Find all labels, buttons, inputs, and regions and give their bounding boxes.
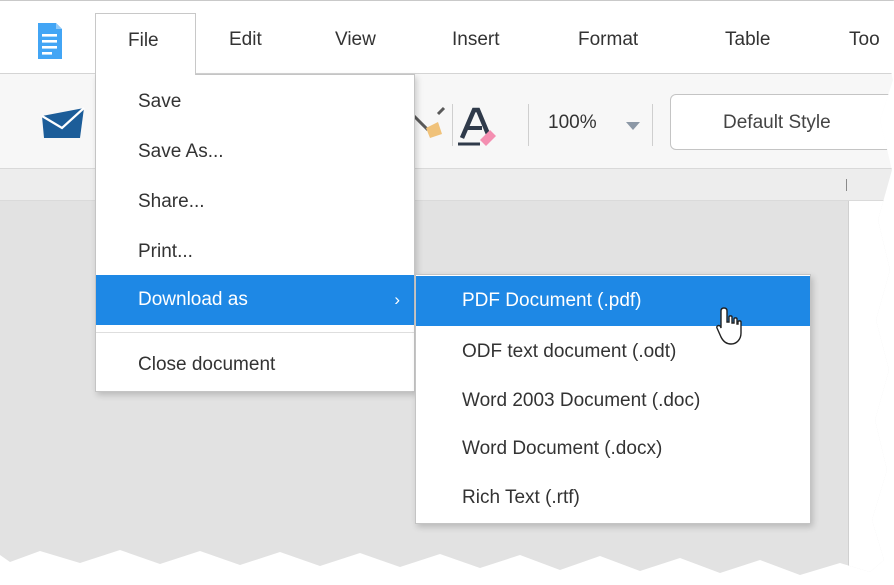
clear-format-icon[interactable]	[456, 104, 496, 146]
menu-item-save-as[interactable]: Save As...	[96, 127, 414, 177]
mail-icon[interactable]	[40, 106, 86, 140]
menu-tools[interactable]: Too	[849, 27, 880, 53]
menu-item-label: Print...	[138, 241, 193, 262]
menu-item-print[interactable]: Print...	[96, 227, 414, 277]
submenu-item-label: Word 2003 Document (.doc)	[462, 390, 701, 411]
zoom-dropdown-icon[interactable]	[626, 122, 640, 130]
menu-format[interactable]: Format	[578, 27, 638, 53]
menu-divider	[96, 332, 414, 333]
menu-item-share[interactable]: Share...	[96, 177, 414, 227]
menubar: File Edit View Insert Format Table Too	[0, 1, 894, 75]
paragraph-style-label: Default Style	[723, 112, 831, 133]
menu-item-label: Share...	[138, 191, 205, 212]
ruler-tick	[846, 179, 847, 191]
menu-item-save[interactable]: Save	[96, 77, 414, 127]
zoom-value[interactable]: 100%	[548, 112, 597, 134]
file-menu: Save Save As... Share... Print... Downlo…	[95, 74, 415, 392]
menu-item-close-document[interactable]: Close document	[96, 340, 414, 390]
menu-edit[interactable]: Edit	[229, 27, 262, 53]
document-icon[interactable]	[36, 21, 64, 61]
submenu-item-label: ODF text document (.odt)	[462, 341, 677, 362]
submenu-item-odt[interactable]: ODF text document (.odt)	[416, 327, 810, 377]
chevron-right-icon: ›	[394, 290, 400, 309]
menu-insert[interactable]: Insert	[452, 27, 500, 53]
toolbar-separator	[452, 104, 453, 146]
document-page[interactable]	[848, 201, 894, 575]
submenu-item-label: PDF Document (.pdf)	[462, 290, 642, 311]
download-submenu: PDF Document (.pdf) ODF text document (.…	[415, 274, 811, 524]
menu-view[interactable]: View	[335, 27, 376, 53]
menu-item-download-as[interactable]: Download as ›	[96, 275, 414, 325]
pointer-cursor-icon	[716, 307, 742, 345]
paragraph-style-select[interactable]: Default Style	[670, 94, 894, 150]
menu-file[interactable]: File	[95, 13, 196, 75]
menu-table[interactable]: Table	[725, 27, 770, 53]
menu-file-label: File	[128, 30, 159, 51]
toolbar-separator	[528, 104, 529, 146]
submenu-item-label: Rich Text (.rtf)	[462, 487, 580, 508]
menu-item-label: Save As...	[138, 141, 224, 162]
menu-item-label: Download as	[138, 289, 248, 310]
menu-item-label: Close document	[138, 354, 276, 375]
submenu-item-pdf[interactable]: PDF Document (.pdf)	[416, 276, 810, 326]
submenu-item-rtf[interactable]: Rich Text (.rtf)	[416, 473, 810, 523]
submenu-item-doc[interactable]: Word 2003 Document (.doc)	[416, 376, 810, 426]
app-window: File Edit View Insert Format Table Too 1…	[0, 0, 894, 575]
submenu-item-docx[interactable]: Word Document (.docx)	[416, 424, 810, 474]
submenu-item-label: Word Document (.docx)	[462, 438, 663, 459]
menu-item-label: Save	[138, 91, 182, 112]
toolbar-separator	[652, 104, 653, 146]
